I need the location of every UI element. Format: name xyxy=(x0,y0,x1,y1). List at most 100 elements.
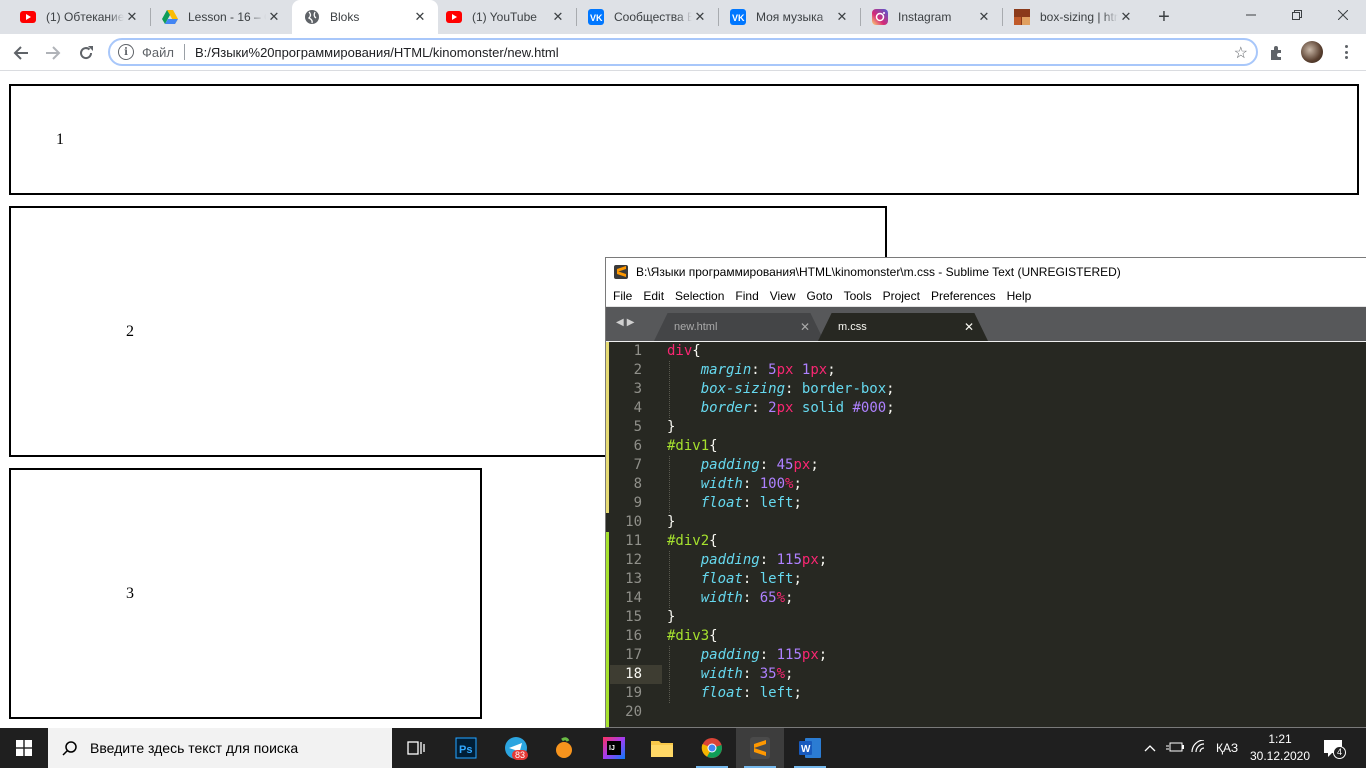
telegram-unread-badge: 83 xyxy=(512,750,529,760)
code-text: #div1{ xyxy=(667,437,718,456)
close-tab-icon[interactable]: ✕ xyxy=(976,9,992,25)
code-line[interactable]: 1 div{ xyxy=(606,342,1366,361)
taskbar-clock[interactable]: 1:21 30.12.2020 xyxy=(1248,731,1312,765)
sublime-menu-help[interactable]: Help xyxy=(1007,289,1032,303)
browser-tab[interactable]: Instagram ✕ xyxy=(860,0,1002,34)
taskbar-intellij[interactable]: IJ xyxy=(590,728,638,768)
sublime-menu-selection[interactable]: Selection xyxy=(675,289,724,303)
sublime-menu-file[interactable]: File xyxy=(613,289,632,303)
code-line[interactable]: 14 width: 65%; xyxy=(606,589,1366,608)
browser-tab[interactable]: Lesson - 16 – C ✕ xyxy=(150,0,292,34)
close-tab-icon[interactable]: ✕ xyxy=(550,9,566,25)
code-line[interactable]: 17 padding: 115px; xyxy=(606,646,1366,665)
line-number: 18 xyxy=(625,666,642,682)
browser-tab[interactable]: Bloks ✕ xyxy=(292,0,438,34)
code-line[interactable]: 10} xyxy=(606,513,1366,532)
address-url[interactable]: B:/Языки%20программирования/HTML/kinomon… xyxy=(195,45,559,60)
code-line[interactable]: 12 padding: 115px; xyxy=(606,551,1366,570)
close-tab-icon[interactable]: ✕ xyxy=(834,9,850,25)
taskbar-sublime-text[interactable] xyxy=(736,728,784,768)
line-number: 20 xyxy=(625,704,642,720)
word-icon: W xyxy=(799,738,821,758)
sublime-tab-new-html[interactable]: new.html ✕ xyxy=(654,313,824,341)
chrome-menu-button[interactable] xyxy=(1336,42,1356,62)
sublime-menu-preferences[interactable]: Preferences xyxy=(931,289,996,303)
code-token: border xyxy=(700,400,752,416)
close-tab-icon[interactable]: ✕ xyxy=(692,9,708,25)
action-center-button[interactable]: 4 xyxy=(1322,737,1346,759)
close-tab-icon[interactable]: ✕ xyxy=(266,9,282,25)
sublime-menu-goto[interactable]: Goto xyxy=(807,289,833,303)
code-line[interactable]: 11 #div2{ xyxy=(606,532,1366,551)
code-token: 115 xyxy=(776,552,802,568)
browser-tab[interactable]: VK Моя музыка ✕ xyxy=(718,0,860,34)
code-line[interactable]: 8 width: 100%; xyxy=(606,475,1366,494)
code-text: float: left; xyxy=(667,684,802,703)
code-line[interactable]: 5} xyxy=(606,418,1366,437)
taskbar-fl-studio[interactable] xyxy=(540,728,588,768)
taskbar-photoshop[interactable]: Ps xyxy=(442,728,490,768)
code-token: ; xyxy=(793,495,802,511)
code-line[interactable]: 6 #div1{ xyxy=(606,437,1366,456)
taskbar-telegram[interactable]: 83 xyxy=(492,728,540,768)
browser-tab[interactable]: VK Сообщества В ✕ xyxy=(576,0,718,34)
bookmark-star-icon[interactable]: ☆ xyxy=(1234,43,1248,63)
code-token: } xyxy=(667,514,676,530)
back-button[interactable] xyxy=(7,39,35,67)
taskbar-word[interactable]: W xyxy=(786,728,834,768)
taskbar-chrome[interactable] xyxy=(688,728,736,768)
code-line[interactable]: 3 box-sizing: border-box; xyxy=(606,380,1366,399)
language-indicator[interactable]: ҚАЗ xyxy=(1216,741,1238,755)
code-line[interactable]: 15} xyxy=(606,608,1366,627)
sublime-menu-edit[interactable]: Edit xyxy=(643,289,664,303)
code-line[interactable]: 19 float: left; xyxy=(606,684,1366,703)
code-line[interactable]: 2 margin: 5px 1px; xyxy=(606,361,1366,380)
taskbar-search-box[interactable]: Введите здесь текст для поиска xyxy=(48,728,392,768)
sublime-tab-m-css[interactable]: m.css ✕ xyxy=(818,313,988,341)
tab-scroll-arrows-icon[interactable]: ◀▶ xyxy=(616,317,637,328)
code-editor[interactable]: 1 div{2 margin: 5px 1px; 3 box-sizing: bor… xyxy=(606,342,1366,727)
close-tab-icon[interactable]: ✕ xyxy=(124,9,140,25)
task-view-button[interactable] xyxy=(392,728,440,768)
browser-tab-label: (1) Обтекание xyxy=(46,10,124,24)
sublime-menu-find[interactable]: Find xyxy=(735,289,758,303)
code-line[interactable]: 18 width: 35%; xyxy=(606,665,1366,684)
close-tab-icon[interactable]: ✕ xyxy=(800,320,810,334)
profile-avatar[interactable] xyxy=(1301,41,1323,63)
sublime-menu-view[interactable]: View xyxy=(770,289,796,303)
code-line[interactable]: 7 padding: 45px; xyxy=(606,456,1366,475)
extensions-puzzle-icon[interactable] xyxy=(1268,44,1286,62)
browser-tab[interactable]: box-sizing | htm ✕ xyxy=(1002,0,1144,34)
code-line[interactable]: 16 #div3{ xyxy=(606,627,1366,646)
minimize-button[interactable] xyxy=(1228,0,1274,30)
code-line[interactable]: 20 xyxy=(606,703,1366,722)
code-token: left xyxy=(759,495,794,511)
info-icon[interactable]: i xyxy=(118,44,134,60)
code-token: padding xyxy=(700,552,760,568)
close-tab-icon[interactable]: ✕ xyxy=(1118,9,1134,25)
code-text: width: 100%; xyxy=(667,475,802,494)
address-bar[interactable]: i Файл B:/Языки%20программирования/HTML/… xyxy=(108,38,1258,66)
code-line[interactable]: 4 border: 2px solid #000; xyxy=(606,399,1366,418)
sublime-menu-project[interactable]: Project xyxy=(883,289,920,303)
battery-icon[interactable] xyxy=(1166,741,1184,756)
restore-button[interactable] xyxy=(1274,0,1320,30)
code-token: width xyxy=(700,666,743,682)
start-button[interactable] xyxy=(0,728,48,768)
browser-tab[interactable]: (1) YouTube ✕ xyxy=(434,0,576,34)
close-tab-icon[interactable]: ✕ xyxy=(412,9,428,25)
code-line[interactable]: 9 float: left; xyxy=(606,494,1366,513)
browser-tab-label: box-sizing | htm xyxy=(1040,10,1118,24)
show-hidden-icons-chevron-icon[interactable] xyxy=(1142,741,1158,755)
reload-button[interactable] xyxy=(72,39,100,67)
close-tab-icon[interactable]: ✕ xyxy=(964,320,974,334)
line-number: 16 xyxy=(625,628,642,644)
close-window-button[interactable] xyxy=(1320,0,1366,30)
sublime-menu-tools[interactable]: Tools xyxy=(844,289,872,303)
new-tab-button[interactable]: + xyxy=(1152,5,1176,29)
browser-tab[interactable]: (1) Обтекание ✕ xyxy=(8,0,150,34)
code-line[interactable]: 13 float: left; xyxy=(606,570,1366,589)
forward-button[interactable] xyxy=(39,39,67,67)
wifi-icon[interactable] xyxy=(1190,738,1208,757)
taskbar-file-explorer[interactable] xyxy=(638,728,686,768)
